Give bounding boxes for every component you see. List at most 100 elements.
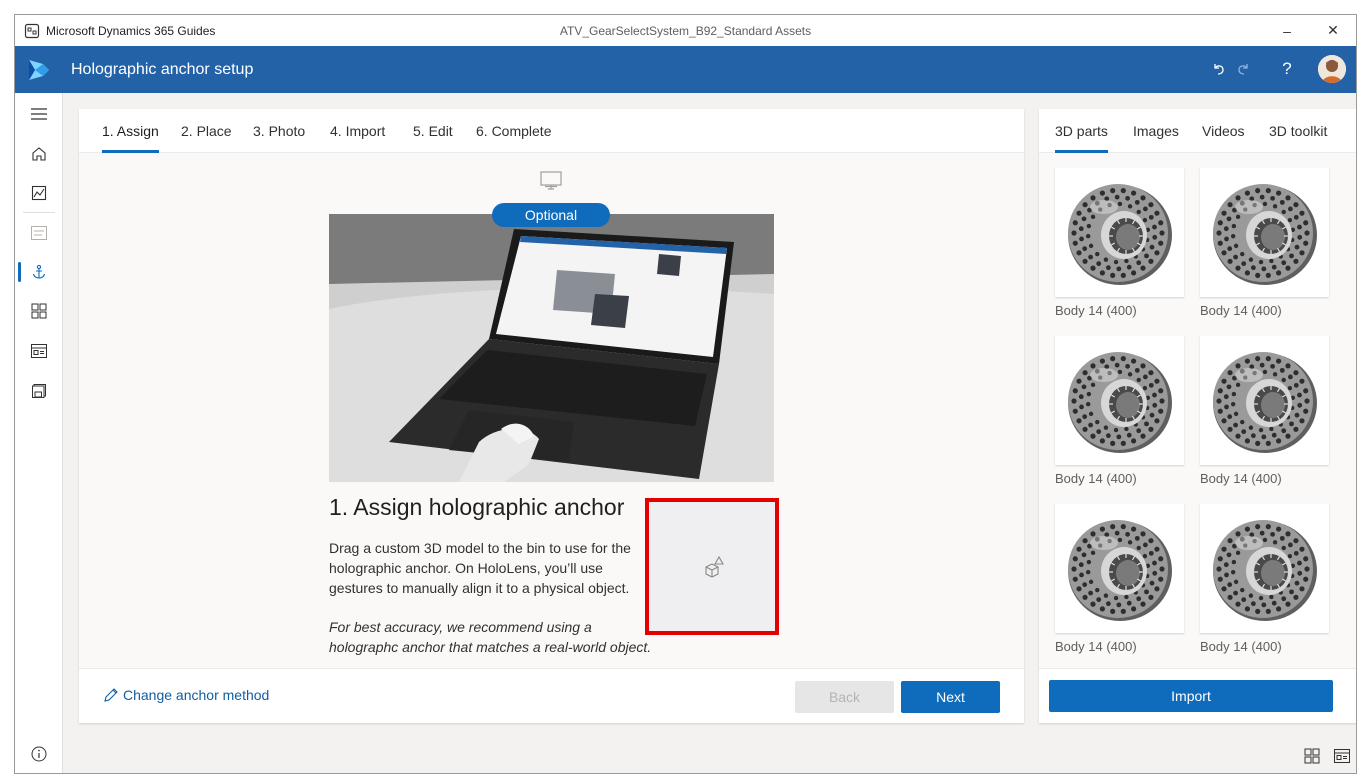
minimize-icon: – (1283, 22, 1291, 39)
asset-thumbnail (1200, 336, 1329, 465)
monitor-icon (540, 171, 562, 190)
asset-item[interactable]: Body 14 (400) (1055, 504, 1184, 654)
title-bar: Microsoft Dynamics 365 Guides ATV_GearSe… (15, 15, 1356, 46)
rail-analytics[interactable] (15, 174, 63, 212)
asset-panel: 3D parts Images Videos 3D toolkit Body 1… (1039, 109, 1356, 723)
outline-icon (31, 226, 47, 240)
asset-thumbnail (1055, 504, 1184, 633)
grid-view-icon[interactable] (1304, 748, 1320, 764)
help-icon: ? (1282, 59, 1292, 78)
back-button[interactable]: Back (795, 681, 894, 713)
user-avatar-icon (1318, 55, 1346, 83)
tab-3d-toolkit[interactable]: 3D toolkit (1269, 123, 1327, 153)
wizard-tabs: 1. Assign 2. Place 3. Photo 4. Import 5.… (79, 109, 1024, 153)
page-title: Holographic anchor setup (71, 60, 254, 78)
hero-image (329, 214, 774, 482)
anchor-icon (32, 264, 46, 279)
document-name: ATV_GearSelectSystem_B92_Standard Assets (559, 23, 812, 38)
rail-grid[interactable] (15, 292, 63, 330)
save-icon (32, 384, 46, 398)
gear-part-icon (1212, 351, 1317, 453)
tab-images[interactable]: Images (1133, 123, 1179, 153)
gear-part-icon (1212, 183, 1317, 285)
asset-label: Body 14 (400) (1055, 471, 1137, 486)
minimize-button[interactable]: – (1264, 15, 1310, 46)
asset-item[interactable]: Body 14 (400) (1055, 168, 1184, 318)
asset-grid: Body 14 (400) Body 14 (400) Body 14 (400… (1039, 153, 1356, 668)
dynamics-logo-icon (29, 60, 49, 80)
undo-icon (1214, 64, 1224, 75)
info-button[interactable] (15, 735, 63, 773)
rail-home[interactable] (15, 135, 63, 173)
asset-thumbnail (1055, 168, 1184, 297)
avatar[interactable] (1318, 55, 1346, 83)
asset-panel-footer: Import (1039, 668, 1356, 723)
import-button[interactable]: Import (1049, 680, 1333, 712)
step-description: Drag a custom 3D model to the bin to use… (329, 540, 631, 596)
hamburger-icon (31, 108, 47, 120)
chart-icon (31, 185, 47, 201)
home-icon (32, 147, 46, 161)
asset-label: Body 14 (400) (1200, 303, 1282, 318)
asset-label: Body 14 (400) (1200, 639, 1282, 654)
rail-layout[interactable] (15, 332, 63, 370)
gear-part-icon (1067, 183, 1172, 285)
layout-view-icon[interactable] (1334, 749, 1350, 763)
asset-thumbnail (1200, 504, 1329, 633)
step-heading: 1. Assign holographic anchor (329, 494, 625, 520)
app-window: Microsoft Dynamics 365 Guides ATV_GearSe… (14, 14, 1357, 774)
anchor-wizard-panel: 1. Assign 2. Place 3. Photo 4. Import 5.… (79, 109, 1024, 723)
wizard-content: Optional 1. Assign holographic anchor Dr… (79, 153, 1024, 668)
asset-item[interactable]: Body 14 (400) (1200, 336, 1329, 486)
asset-tabs: 3D parts Images Videos 3D toolkit (1039, 109, 1356, 153)
rail-divider (23, 212, 55, 213)
help-button[interactable]: ? (1276, 58, 1298, 80)
tab-complete[interactable]: 6. Complete (476, 123, 551, 153)
wizard-footer: Change anchor method Back Next (79, 668, 1024, 723)
tab-assign[interactable]: 1. Assign (102, 123, 159, 153)
gear-part-icon (1067, 351, 1172, 453)
rail-anchor[interactable] (15, 253, 63, 291)
tab-3d-parts[interactable]: 3D parts (1055, 123, 1108, 153)
app-header: Holographic anchor setup ? (15, 46, 1356, 93)
left-rail (15, 93, 63, 773)
tab-import[interactable]: 4. Import (330, 123, 385, 153)
app-name: Microsoft Dynamics 365 Guides (46, 23, 216, 38)
step-note: For best accuracy, we recommend using a … (329, 619, 652, 655)
asset-label: Body 14 (400) (1200, 471, 1282, 486)
status-bar (63, 737, 1356, 773)
laptop-illustration (329, 214, 774, 482)
tab-photo[interactable]: 3. Photo (253, 123, 305, 153)
menu-button[interactable] (15, 95, 63, 133)
info-icon (31, 746, 47, 762)
asset-label: Body 14 (400) (1055, 303, 1137, 318)
rail-outline[interactable] (15, 214, 63, 252)
asset-thumbnail (1055, 336, 1184, 465)
tab-edit[interactable]: 5. Edit (413, 123, 453, 153)
tab-videos[interactable]: Videos (1202, 123, 1245, 153)
next-button[interactable]: Next (901, 681, 1000, 713)
pencil-icon (104, 688, 118, 702)
optional-badge: Optional (492, 203, 610, 227)
gear-part-icon (1067, 519, 1172, 621)
close-icon: ✕ (1327, 22, 1339, 38)
asset-item[interactable]: Body 14 (400) (1200, 168, 1329, 318)
redo-button[interactable] (1232, 58, 1254, 80)
asset-item[interactable]: Body 14 (400) (1200, 504, 1329, 654)
3d-object-icon (705, 555, 724, 578)
tab-place[interactable]: 2. Place (181, 123, 232, 153)
close-button[interactable]: ✕ (1310, 15, 1356, 46)
app-icon (24, 23, 40, 38)
change-anchor-method-link[interactable]: Change anchor method (103, 687, 269, 703)
layout-icon (31, 344, 47, 358)
asset-item[interactable]: Body 14 (400) (1055, 336, 1184, 486)
anchor-drop-bin[interactable] (645, 498, 779, 635)
grid-icon (31, 303, 47, 319)
asset-label: Body 14 (400) (1055, 639, 1137, 654)
undo-button[interactable] (1208, 58, 1230, 80)
rail-save[interactable] (15, 372, 63, 410)
change-anchor-method-label: Change anchor method (123, 687, 270, 703)
redo-icon (1238, 64, 1248, 75)
gear-part-icon (1212, 519, 1317, 621)
asset-thumbnail (1200, 168, 1329, 297)
